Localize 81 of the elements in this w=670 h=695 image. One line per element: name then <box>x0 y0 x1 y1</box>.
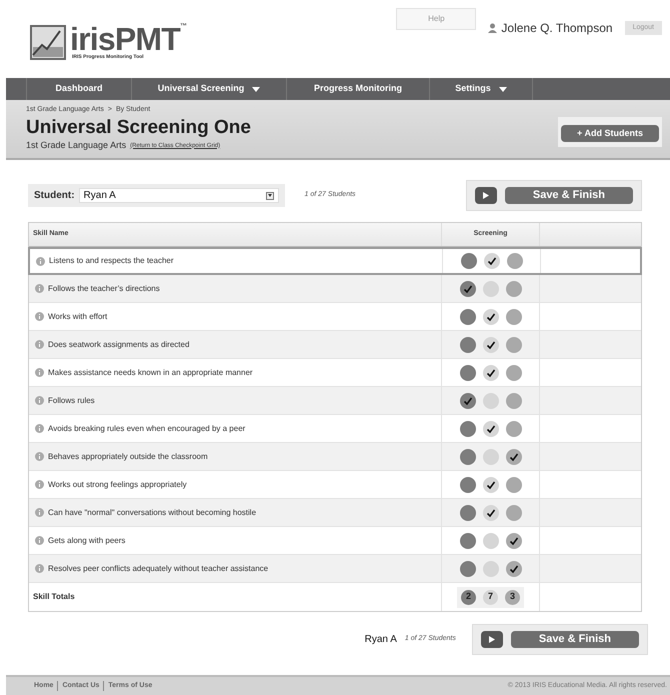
rating-option[interactable] <box>484 253 500 269</box>
skill-name: Can have "normal" conversations without becoming hostile <box>48 506 256 518</box>
info-icon[interactable] <box>35 368 44 377</box>
skill-row[interactable]: Does seatwork assignments as directed <box>29 331 641 359</box>
rating-option[interactable] <box>460 392 476 408</box>
skill-row[interactable]: Follows the teacher’s directions <box>29 275 641 303</box>
rating-option[interactable] <box>460 280 476 296</box>
student-name: Ryan A <box>364 633 397 647</box>
play-icon <box>488 636 495 643</box>
play-icon <box>482 192 489 199</box>
next-button[interactable] <box>474 187 497 204</box>
logo-icon <box>30 25 66 60</box>
total-count: 3 <box>505 590 520 604</box>
check-icon <box>508 536 518 546</box>
user-name: Jolene Q. Thompson <box>501 20 613 37</box>
save-finish-button[interactable]: Save & Finish <box>504 187 633 204</box>
skill-name: Gets along with peers <box>48 534 126 546</box>
skill-name: Follows rules <box>48 394 95 406</box>
check-icon <box>486 424 496 434</box>
info-icon[interactable] <box>35 312 44 321</box>
skill-row[interactable]: Avoids breaking rules even when encouraged by a peer <box>29 415 641 443</box>
add-students-button[interactable]: + Add Students <box>561 125 659 142</box>
skill-name: Makes assistance needs known in an appropriate manner <box>48 366 253 378</box>
skill-row[interactable]: Works out strong feelings appropriately <box>29 471 641 499</box>
info-icon[interactable] <box>35 564 44 573</box>
page-title: Universal Screening One <box>26 116 251 140</box>
dropdown-icon <box>268 194 272 197</box>
logo-wordmark: irisPMT <box>70 23 180 55</box>
rating-option[interactable] <box>482 476 498 492</box>
next-button[interactable] <box>480 631 503 648</box>
skill-row[interactable]: Gets along with peers <box>29 527 641 555</box>
skill-row[interactable]: Makes assistance needs known in an appropriate manner <box>29 359 641 387</box>
info-icon[interactable] <box>35 424 44 433</box>
skill-name: Listens to and respects the teacher <box>49 255 174 267</box>
check-icon <box>486 480 496 490</box>
check-icon <box>508 452 518 462</box>
rating-option[interactable] <box>506 448 522 464</box>
skill-row[interactable]: Can have "normal" conversations without becoming hostile <box>29 499 641 527</box>
info-icon[interactable] <box>35 396 44 405</box>
check-icon <box>486 340 496 350</box>
skill-name: Follows the teacher’s directions <box>48 282 160 294</box>
info-icon[interactable] <box>35 536 44 545</box>
rating-option[interactable] <box>482 364 498 380</box>
check-icon <box>486 508 496 518</box>
check-icon <box>486 312 496 322</box>
page-subtitle: 1st Grade Language Arts <box>26 139 126 152</box>
skill-name: Works with effort <box>48 310 108 322</box>
info-icon[interactable] <box>35 340 44 349</box>
skill-name: Behaves appropriately outside the classroom <box>48 450 208 462</box>
skill-name: Works out strong feelings appropriately <box>48 478 187 490</box>
rating-option[interactable] <box>482 336 498 352</box>
skill-row[interactable]: Resolves peer conflicts adequately without teacher assistance <box>29 555 641 583</box>
totals-label: Skill Totals <box>33 591 75 603</box>
student-label: Student: <box>34 189 75 203</box>
rating-option[interactable] <box>506 532 522 548</box>
save-finish-button[interactable]: Save & Finish <box>510 631 639 648</box>
rating-option[interactable] <box>482 504 498 520</box>
skill-name: Does seatwork assignments as directed <box>48 338 190 350</box>
info-icon[interactable] <box>36 256 45 266</box>
skill-name: Avoids breaking rules even when encouraged by a peer <box>48 422 246 434</box>
check-icon <box>486 256 496 266</box>
total-count: 2 <box>461 590 476 604</box>
info-icon[interactable] <box>35 508 44 517</box>
skill-row[interactable]: Works with effort <box>29 303 641 331</box>
rating-option[interactable] <box>506 560 522 576</box>
student-select[interactable]: Ryan A <box>78 188 279 203</box>
info-icon[interactable] <box>35 452 44 461</box>
check-icon <box>462 396 472 406</box>
rating-option[interactable] <box>482 420 498 436</box>
info-icon[interactable] <box>35 480 44 489</box>
total-count: 7 <box>483 590 498 604</box>
check-icon <box>462 284 472 294</box>
skill-row[interactable]: Behaves appropriately outside the classroom <box>29 443 641 471</box>
skill-row[interactable]: Follows rules <box>29 387 641 415</box>
user-icon <box>488 23 498 33</box>
rating-option[interactable] <box>482 308 498 324</box>
check-icon <box>508 564 518 574</box>
info-icon[interactable] <box>35 284 44 293</box>
check-icon <box>486 368 496 378</box>
skill-name: Resolves peer conflicts adequately without teacher assistance <box>48 562 268 574</box>
skill-row[interactable]: Listens to and respects the teacher <box>28 247 642 275</box>
